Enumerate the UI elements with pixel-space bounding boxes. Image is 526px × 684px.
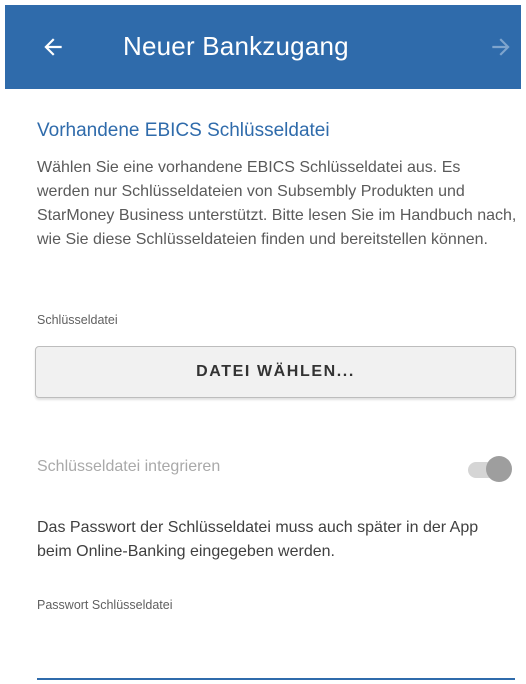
arrow-right-icon <box>492 38 510 56</box>
page-title: Neuer Bankzugang <box>123 31 349 61</box>
app-bar: Neuer Bankzugang <box>5 5 521 89</box>
integrate-key-file-label: Schlüsseldatei integrieren <box>37 458 221 475</box>
next-button[interactable] <box>483 29 519 65</box>
choose-file-button[interactable]: DATEI WÄHLEN... <box>35 346 516 398</box>
password-label: Passwort Schlüsseldatei <box>37 598 173 612</box>
password-info-text: Das Passwort der Schlüsseldatei muss auc… <box>37 519 479 560</box>
section-title: Vorhandene EBICS Schlüsseldatei <box>37 120 330 141</box>
toggle-thumb <box>486 456 512 482</box>
back-button[interactable] <box>35 29 71 65</box>
arrow-left-icon <box>44 38 62 56</box>
integrate-key-file-toggle[interactable] <box>466 454 512 484</box>
key-file-label: Schlüsseldatei <box>37 313 118 327</box>
password-input[interactable] <box>37 626 515 680</box>
screen: Neuer Bankzugang Vorhandene EBICS Schlüs… <box>0 0 526 684</box>
section-description: Wählen Sie eine vorhandene EBICS Schlüss… <box>37 159 517 248</box>
